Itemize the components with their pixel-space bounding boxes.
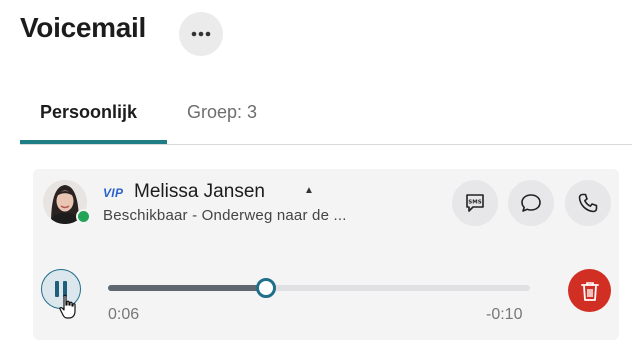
active-tab-indicator <box>20 140 167 144</box>
more-options-button[interactable] <box>179 12 223 56</box>
page-header: Voicemail <box>20 12 146 44</box>
page-title: Voicemail <box>20 12 146 43</box>
trash-icon <box>580 281 599 301</box>
playback-progress-slider[interactable] <box>108 278 530 298</box>
elapsed-time: 0:06 <box>108 306 140 323</box>
tab-bar: Persoonlijk Groep: 3 <box>20 102 632 145</box>
presence-status-dot <box>76 209 91 224</box>
delete-button[interactable] <box>568 269 611 312</box>
hand-pointer-cursor-icon <box>59 294 76 319</box>
more-horizontal-icon <box>191 31 211 37</box>
playback-progress-fill <box>108 285 267 291</box>
remaining-time: -0:10 <box>486 306 523 323</box>
caret-up-icon[interactable]: ▲ <box>304 185 314 196</box>
tab-label: Persoonlijk <box>40 102 138 122</box>
sms-button[interactable]: SMS <box>452 180 498 226</box>
sms-icon-label: SMS <box>468 200 481 206</box>
playback-progress-thumb[interactable] <box>256 278 277 298</box>
contact-name[interactable]: Melissa Jansen <box>134 181 265 203</box>
tab-groep[interactable]: Groep: 3 <box>187 102 257 142</box>
contact-status-text: Beschikbaar - Onderweg naar de ... <box>103 207 347 224</box>
chat-button[interactable] <box>508 180 554 226</box>
phone-icon <box>578 193 598 213</box>
vip-badge: VIP <box>103 186 124 200</box>
chat-bubble-icon <box>521 194 541 212</box>
tab-persoonlijk[interactable]: Persoonlijk <box>40 102 137 142</box>
voicemail-card: VIP Melissa Jansen ▲ Beschikbaar - Onder… <box>33 169 619 340</box>
sms-icon: SMS <box>466 194 484 212</box>
call-button[interactable] <box>565 180 611 226</box>
tab-label: Groep: 3 <box>187 102 258 122</box>
